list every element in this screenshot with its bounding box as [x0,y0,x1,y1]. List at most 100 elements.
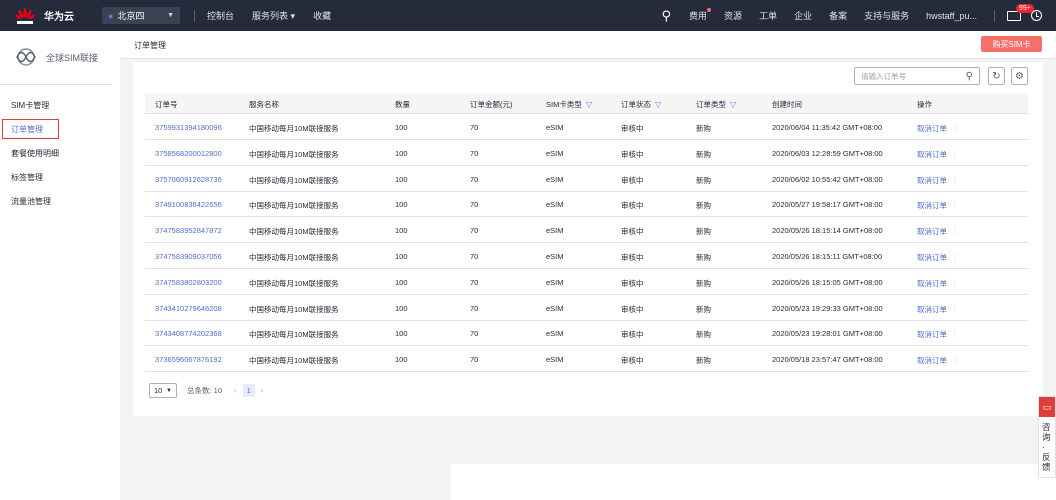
cell-service-name: 中国移动每月10M联接服务 [249,175,339,185]
col-order-id: 订单号 [155,100,178,109]
cell-order-type: 新购 [696,227,711,237]
cell-order-type: 新购 [696,149,711,159]
cancel-order-link[interactable]: 取消订单 [917,355,947,366]
cell-order-type: 新购 [696,175,711,185]
cell-order-id[interactable]: 3747583909037056 [155,252,222,261]
cell-amount: 70 [470,329,479,339]
cell-order-type: 新购 [696,124,711,133]
cell-order-id[interactable]: 3747583952847872 [155,226,222,235]
nav-billing[interactable]: 费用 [689,8,712,22]
cell-service-name: 中国移动每月10M联接服务 [249,278,339,288]
feedback-label: 咨询·反馈 [1042,422,1051,472]
col-created-time: 创建时间 [772,100,802,109]
nav-enterprise[interactable]: 企业 [794,9,812,22]
chevron-down-icon: ▼ [166,387,172,394]
col-order-type[interactable]: 订单类型 ▽ [696,99,736,110]
mail-icon[interactable]: 99+ [1007,3,1034,21]
next-page-icon[interactable]: › [261,386,264,395]
filter-icon[interactable]: ▽ [730,100,736,109]
cell-order-status: 审核中 [621,149,644,159]
table-row: 3743408774202368 中国移动每月10M联接服务 100 70 eSIM 审核… [145,320,1028,347]
sidebar-item-package-usage[interactable]: 套餐使用明细 [11,148,59,159]
cancel-order-link[interactable]: 取消订单 [917,329,947,340]
col-sim-type[interactable]: SIM卡类型 ▽ [546,99,592,110]
cell-created-time: 2020/05/26 18:15:05 GMT+08:00 [772,277,883,287]
cell-sim-type: eSIM [546,123,564,132]
nav-resources[interactable]: 资源 [724,9,742,22]
page-number-current[interactable]: 1 [242,384,255,397]
gear-icon: ⚙ [1015,70,1024,82]
cancel-order-link[interactable]: 取消订单 [917,226,947,237]
nav-divider [994,9,995,22]
cell-order-status: 审核中 [621,356,644,366]
cell-order-id[interactable]: 3743408774202368 [155,329,222,338]
search-icon[interactable]: ⚲ [662,8,672,24]
cell-quantity: 100 [395,148,408,158]
prev-page-icon[interactable]: ‹ [234,386,237,395]
cell-quantity: 100 [395,329,408,339]
chevron-down-icon: ▼ [167,12,174,19]
cell-order-id[interactable]: 3749100836422656 [155,200,222,209]
infinity-logo-icon [11,47,41,68]
cancel-order-link[interactable]: 取消订单 [917,149,947,160]
cell-quantity: 100 [395,226,408,236]
cell-order-status: 审核中 [621,253,644,262]
nav-tickets[interactable]: 工单 [759,9,777,22]
buy-sim-button[interactable]: 购买SIM卡 [981,36,1042,52]
cell-order-id[interactable]: 3736596067876192 [155,355,222,364]
page-header: 订单管理 购买SIM卡 [120,31,1056,59]
cancel-order-link[interactable]: 取消订单 [917,278,947,289]
nav-console[interactable]: 控制台 [207,9,234,22]
cancel-order-link[interactable]: 取消订单 [917,252,947,263]
filter-icon[interactable]: ▽ [655,100,661,109]
cell-order-id[interactable]: 3758568200012800 [155,149,222,158]
action-divider: | [954,123,956,132]
clock-icon[interactable] [1031,10,1042,21]
sidebar-item-traffic-pool[interactable]: 流量池管理 [11,196,51,207]
col-sim-type-label: SIM卡类型 [546,100,582,109]
filter-icon[interactable]: ▽ [586,100,592,109]
nav-user-account[interactable]: hwstaff_pu... [926,11,977,21]
order-table-card: 请输入订单号 ⚲ ↻ ⚙ 订单号 服务名称 数量 订单金额(元) SIM卡类型 ▽… [133,62,1043,416]
cell-order-id[interactable]: 3747583802803200 [155,278,222,287]
table-row: 3749100836422656 中国移动每月10M联接服务 100 70 eSIM 审核… [145,191,1028,218]
cell-order-type: 新购 [696,278,711,288]
feedback-float[interactable]: ▭ 咨询·反馈 [1038,396,1056,478]
refresh-button[interactable]: ↻ [988,67,1005,85]
page-size-select[interactable]: 10 ▼ [149,383,177,398]
cancel-order-link[interactable]: 取消订单 [917,123,947,134]
search-icon[interactable]: ⚲ [966,71,973,82]
action-divider: | [954,148,956,158]
sidebar-title: 全球SIM联接 [46,53,99,63]
nav-icp[interactable]: 备案 [829,9,847,22]
region-select[interactable]: ● 北京四 ▼ [102,7,180,24]
table-header: 订单号 服务名称 数量 订单金额(元) SIM卡类型 ▽ 订单状态 ▽ 订单类型 ▽ … [145,93,1028,114]
cell-amount: 70 [470,123,479,132]
cell-service-name: 中国移动每月10M联接服务 [249,304,339,314]
search-placeholder: 请输入订单号 [861,71,906,81]
cell-created-time: 2020/05/26 18:15:14 GMT+08:00 [772,226,883,236]
cell-order-id[interactable]: 3759931394180096 [155,123,222,132]
cell-order-status: 审核中 [621,175,644,185]
cell-order-status: 审核中 [621,330,644,340]
nav-support[interactable]: 支持与服务 [864,9,909,22]
table-row: 3747583802803200 中国移动每月10M联接服务 100 70 eSIM 审核… [145,269,1028,295]
action-divider: | [954,174,956,184]
col-order-status[interactable]: 订单状态 ▽ [621,99,661,110]
cancel-order-link[interactable]: 取消订单 [917,304,947,315]
nav-favorites[interactable]: 收藏 [313,9,331,22]
cell-order-id[interactable]: 3743410279646208 [155,304,222,313]
logo[interactable]: 华为云 [14,7,94,25]
settings-button[interactable]: ⚙ [1011,67,1028,85]
nav-service-list[interactable]: 服务列表 ▾ [252,9,295,22]
cell-order-type: 新购 [696,304,711,314]
sidebar-item-tag-management[interactable]: 标签管理 [11,172,43,183]
sidebar-item-sim-management[interactable]: SIM卡管理 [11,100,49,111]
cell-created-time: 2020/05/26 18:15:11 GMT+08:00 [772,252,883,261]
action-divider: | [954,303,956,313]
cell-sim-type: eSIM [546,226,564,236]
cancel-order-link[interactable]: 取消订单 [917,175,947,186]
order-search-input[interactable]: 请输入订单号 ⚲ [854,67,980,85]
cancel-order-link[interactable]: 取消订单 [917,200,947,211]
cell-order-id[interactable]: 3757060912628736 [155,175,222,184]
